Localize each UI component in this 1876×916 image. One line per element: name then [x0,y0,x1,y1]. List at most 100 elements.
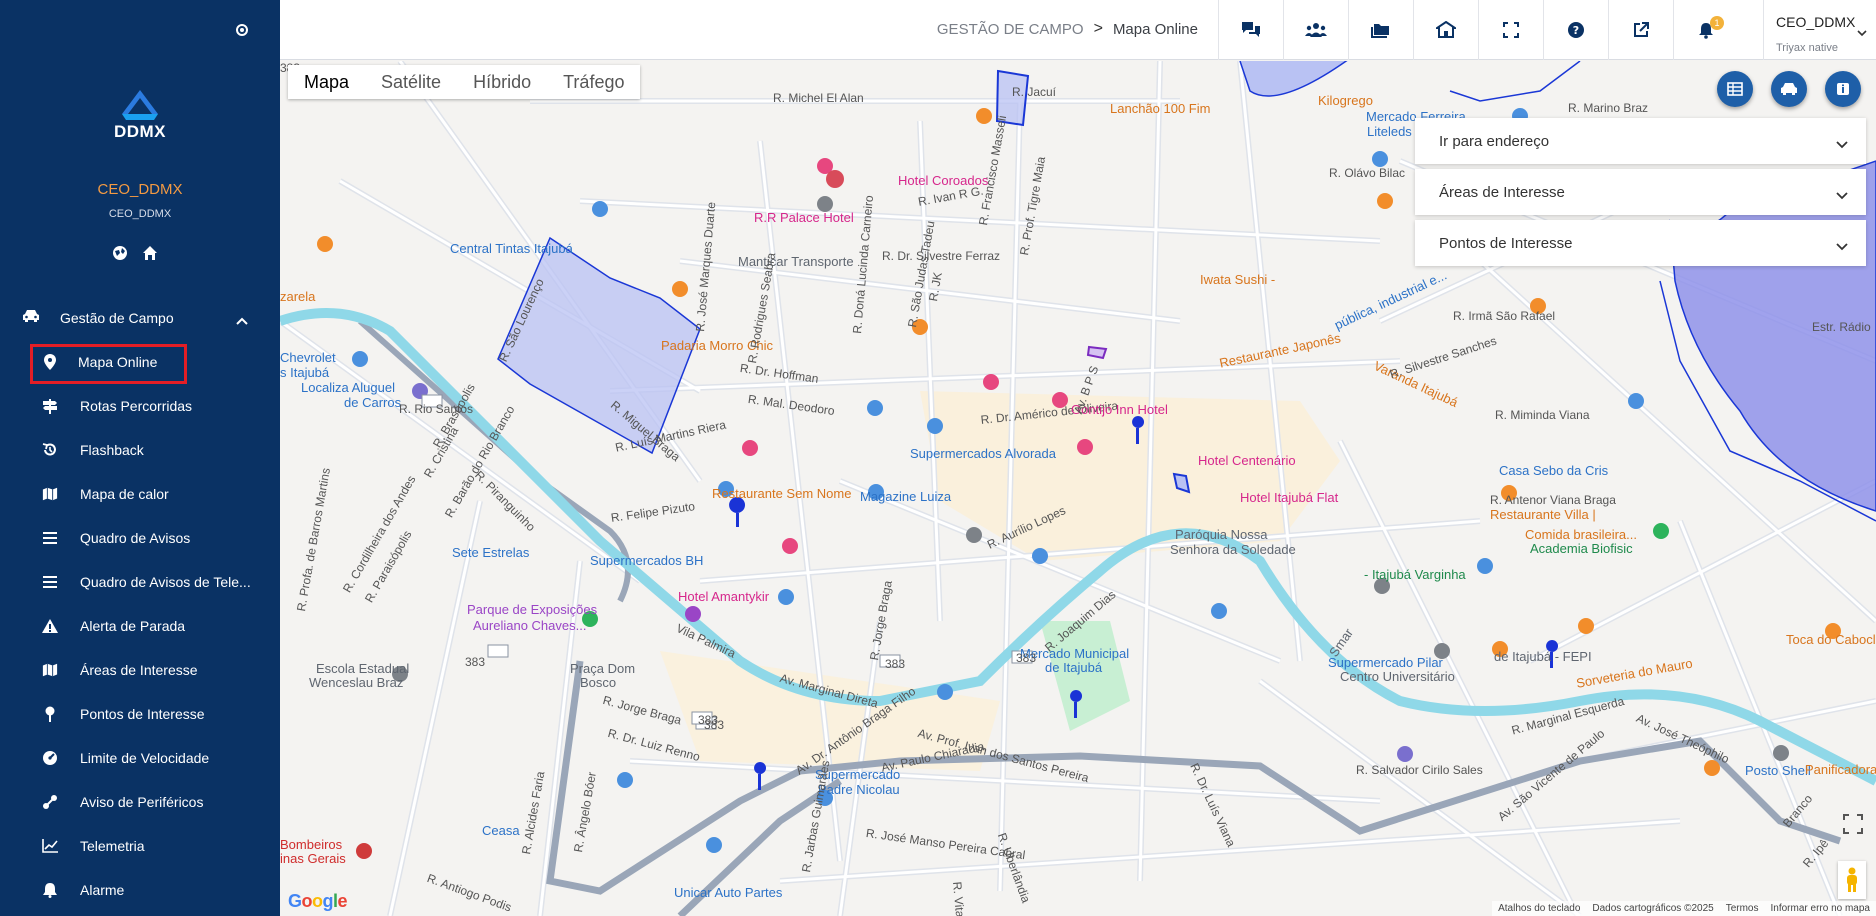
poi-label[interactable]: Supermercados BH [590,553,703,568]
poi-label[interactable]: de Carros [344,395,401,410]
poi-label[interactable]: Hotel Amantykir [678,589,769,604]
report-error-link[interactable]: Informar erro no mapa [1771,903,1871,914]
sidebar-item-6[interactable]: Alerta de Parada [0,608,280,644]
poi-label[interactable]: Praça Dom [570,661,635,676]
poi-label[interactable]: Casa Sebo da Cris [1499,463,1608,478]
external-link-icon [1634,22,1649,37]
fullscreen-button[interactable] [1478,0,1543,60]
info-button[interactable] [1825,71,1861,107]
external-link-button[interactable] [1608,0,1673,60]
vehicles-button[interactable] [1771,71,1807,107]
poi-label[interactable]: Paróquia Nossa [1175,527,1268,542]
poi-label[interactable]: Iwata Sushi - [1200,272,1275,287]
poi-label[interactable]: Aureliano Chaves... [473,618,586,633]
poi-label[interactable]: Toca do Caboclo [1786,632,1876,647]
poi-label[interactable]: de Itajubá - FEPI [1494,649,1592,664]
poi-label[interactable]: Bombeiros [280,837,342,852]
poi-label[interactable]: Supermercado Pilar [1328,655,1443,670]
svg-text:?: ? [1573,24,1579,37]
poi-label[interactable]: Manticar Transporte [738,254,854,269]
globe-icon[interactable] [112,245,128,261]
user-menu[interactable]: CEO_DDMX Triyax native [1763,0,1876,60]
sidebar-item-label: Pontos de Interesse [80,706,205,722]
panel-pontos-de-interesse[interactable]: Pontos de Interesse [1415,220,1866,266]
sidebar-collapse-toggle[interactable] [236,24,248,36]
map-type-trafego[interactable]: Tráfego [547,65,640,99]
poi-label[interactable]: Magazine Luiza [860,489,951,504]
chevron-down-icon [1857,24,1867,42]
poi-label[interactable]: Chevrolet [280,350,336,365]
poi-label[interactable]: - Itajubá Varginha [1364,567,1466,582]
poi-label[interactable]: R.R Palace Hotel [754,210,854,225]
notifications-button[interactable]: 1 [1673,0,1738,60]
users-button[interactable] [1283,0,1348,60]
sidebar-item-11[interactable]: Telemetria [0,828,280,864]
sidebar-item-12[interactable]: Alarme [0,872,280,908]
poi-label[interactable]: Restaurante Sem Nome [712,486,851,501]
street-label: R. Michel El Alan [773,91,864,105]
school-button[interactable] [1413,0,1478,60]
poi-label[interactable]: Academia Biofisic [1530,541,1633,556]
poi-label[interactable]: Sete Estrelas [452,545,529,560]
map-type-satelite[interactable]: Satélite [365,65,457,99]
poi-label[interactable]: Posto Shell [1745,763,1811,778]
sidebar-item-10[interactable]: Aviso de Periféricos [0,784,280,820]
map-recenter-control[interactable] [1840,811,1866,837]
folders-button[interactable] [1348,0,1413,60]
home-icon[interactable] [142,245,158,261]
breadcrumb-parent[interactable]: GESTÃO DE CAMPO [937,21,1084,38]
poi-label[interactable]: Central Tintas Itajubá [450,241,573,256]
poi-label[interactable]: Bosco [580,675,616,690]
sidebar-item-8[interactable]: Pontos de Interesse [0,696,280,732]
poi-label[interactable]: Hotel Centenário [1198,453,1296,468]
sidebar-item-7[interactable]: Áreas de Interesse [0,652,280,688]
poi-label[interactable]: Comida brasileira... [1525,527,1637,542]
poi-label[interactable]: Escola Estadual [316,661,409,676]
poi-label[interactable]: zarela [280,289,315,304]
poi-label[interactable]: Hotel Itajubá Flat [1240,490,1338,505]
sidebar-user-name: CEO_DDMX [97,181,183,198]
keyboard-shortcuts-link[interactable]: Atalhos do teclado [1498,903,1580,914]
help-button[interactable]: ? [1543,0,1608,60]
poi-label[interactable]: Parque de Exposições [467,602,597,617]
terms-link[interactable]: Termos [1726,903,1759,914]
table-view-button[interactable] [1717,71,1753,107]
sidebar-item-9[interactable]: Limite de Velocidade [0,740,280,776]
map-type-mapa[interactable]: Mapa [288,65,365,99]
poi-label[interactable]: s Itajubá [280,365,329,380]
sidebar-item-5[interactable]: Quadro de Avisos de Tele... [0,564,280,600]
users-icon [1305,23,1327,37]
poi-label[interactable]: inas Gerais [280,851,346,866]
poi-label[interactable]: Supermercados Alvorada [910,446,1056,461]
poi-label[interactable]: Lanchão 100 Fim [1110,101,1210,116]
poi-label[interactable]: Unicar Auto Partes [674,885,782,900]
panel-ir-para-endereco[interactable]: Ir para endereço [1415,118,1866,164]
poi-label[interactable]: Senhora da Soledade [1170,542,1296,557]
poi-label[interactable]: Kilogrego [1318,93,1373,108]
poi-label[interactable]: Mercado Municipal [1020,646,1129,661]
poi-label[interactable]: Ceasa [482,823,520,838]
poi-label[interactable]: Centro Universitário [1340,669,1455,684]
panel-areas-de-interesse[interactable]: Áreas de Interesse [1415,169,1866,215]
street-view-pegman[interactable] [1838,861,1866,899]
sidebar-item-2[interactable]: Flashback [0,432,280,468]
map-type-hibrido[interactable]: Híbrido [457,65,547,99]
folders-icon [1371,24,1389,38]
fullscreen-icon [1503,22,1519,38]
map-canvas[interactable]: R. Michel El Alan Lanchão 100 Fim Hotel Co… [280,61,1876,916]
chat-button[interactable] [1218,0,1283,60]
street-label: R. Irmã São Rafael [1453,309,1556,323]
poi-label[interactable]: Wenceslau Braz [309,675,403,690]
peripherals-icon [42,794,58,810]
poi-label[interactable]: Restaurante Villa | [1490,507,1596,522]
sidebar-item-3[interactable]: Mapa de calor [0,476,280,512]
sidebar: DDMX CEO_DDMX CEO_DDMX Gestão de Campo M… [0,0,280,916]
poi-label[interactable]: Panificadora do Totó [1805,762,1876,777]
poi-label[interactable]: de Itajubá [1045,660,1102,675]
sidebar-item-4[interactable]: Quadro de Avisos [0,520,280,556]
poi-label[interactable]: Localiza Aluguel [301,380,395,395]
poi-label[interactable]: Padre Nicolau [818,782,900,797]
speedometer-icon [42,750,58,766]
sidebar-item-1[interactable]: Rotas Percorridas [0,388,280,424]
menu-group-gestao-de-campo[interactable]: Gestão de Campo [0,300,280,336]
